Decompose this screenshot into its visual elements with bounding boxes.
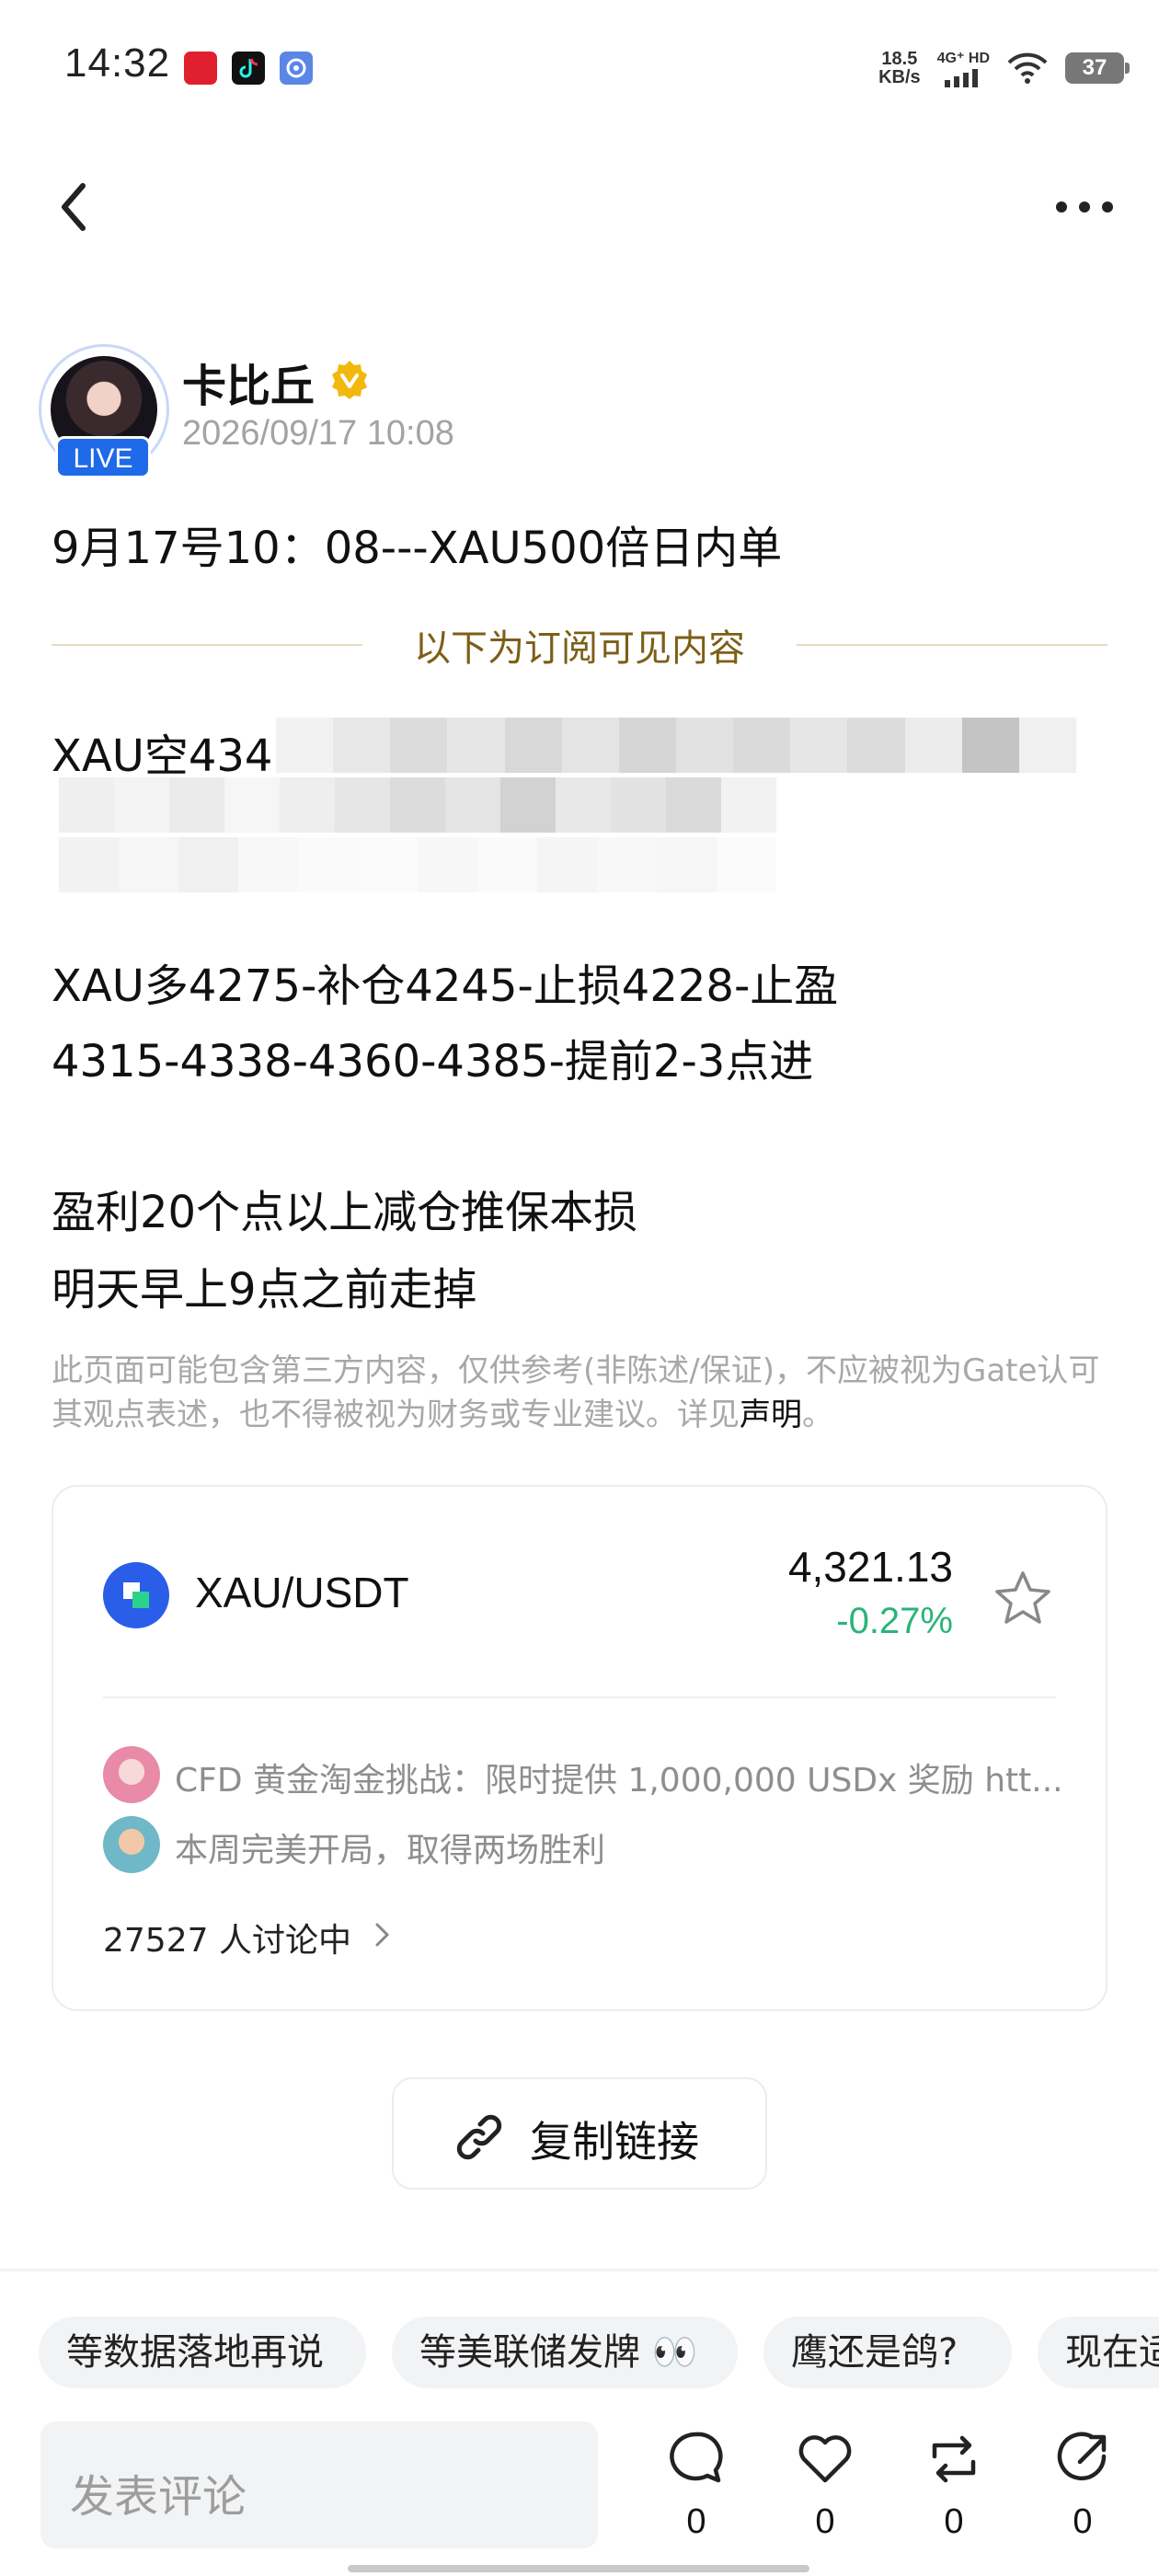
repost-icon[interactable] <box>924 2429 984 2490</box>
net-speed-value: 18.5 <box>881 49 918 69</box>
quick-reply-tag-3[interactable]: 鹰还是鸽? <box>763 2317 1012 2388</box>
disclaimer-link[interactable]: 声明 <box>740 1397 802 1433</box>
share-count: 0 <box>1073 2502 1093 2541</box>
network-label: 4G⁺ HD <box>936 51 990 66</box>
post-line-4: 明天早上9点之前走掉 <box>52 1264 477 1316</box>
home-indicator[interactable] <box>348 2565 809 2572</box>
disclaimer-text: 此页面可能包含第三方内容，仅供参考(非陈述/保证)，不应被视为Gate认可其观点… <box>52 1352 1100 1433</box>
disclaimer: 此页面可能包含第三方内容，仅供参考(非陈述/保证)，不应被视为Gate认可其观点… <box>52 1349 1109 1437</box>
chevron-right-icon[interactable] <box>373 1919 392 1950</box>
post-timestamp: 2026/09/17 10:08 <box>182 414 454 453</box>
link-icon <box>456 2114 502 2160</box>
comment-count: 0 <box>686 2502 706 2541</box>
app-notification-icon-1 <box>184 52 217 85</box>
quick-reply-tag-2[interactable]: 等美联储发牌 👀 <box>392 2317 738 2388</box>
cell-signal-icon: 4G⁺ HD <box>937 49 990 87</box>
more-options-icon[interactable] <box>1052 193 1117 221</box>
comment-icon[interactable] <box>666 2429 727 2490</box>
discussion-avatar-1 <box>103 1746 160 1803</box>
card-separator <box>103 1696 1056 1698</box>
post-line-blurred: XAU空434 <box>52 730 273 782</box>
repost-count: 0 <box>944 2502 964 2541</box>
like-heart-icon[interactable] <box>795 2429 855 2490</box>
copy-link-label[interactable]: 复制链接 <box>530 2109 699 2169</box>
market-pair[interactable]: XAU/USDT <box>195 1568 409 1617</box>
blur-mosaic-2 <box>59 777 776 833</box>
quick-reply-tag-4[interactable]: 现在适 <box>1038 2317 1159 2388</box>
subscriber-only-label: 以下为订阅可见内容 <box>414 627 745 670</box>
wifi-icon <box>1007 52 1048 84</box>
browser-app-icon <box>280 52 313 85</box>
coin-icon <box>103 1562 169 1628</box>
live-badge[interactable]: LIVE <box>55 436 151 478</box>
share-icon[interactable] <box>1052 2429 1113 2490</box>
status-time: 14:32 <box>64 40 171 86</box>
market-change: -0.27% <box>836 1601 953 1641</box>
verified-badge-icon <box>332 361 367 399</box>
disclaimer-end: 。 <box>802 1397 833 1433</box>
back-arrow-icon[interactable] <box>55 175 92 239</box>
tiktok-icon <box>232 52 265 85</box>
network-speed: 18.5 KB/s <box>878 50 921 86</box>
tag-bar-separator <box>0 2269 1159 2271</box>
post-line-1: XAU多4275-补仓4245-止损4228-止盈 <box>52 960 839 1012</box>
discussion-item-2[interactable]: 本周完美开局，取得两场胜利 <box>175 1823 605 1871</box>
comment-placeholder[interactable]: 发表评论 <box>70 2460 247 2524</box>
discussion-avatar-2 <box>103 1816 160 1873</box>
blur-mosaic-1 <box>276 718 1076 773</box>
post-line-2: 4315-4338-4360-4385-提前2-3点进 <box>52 1036 814 1087</box>
battery-icon: 37 <box>1065 52 1130 84</box>
author-name[interactable]: 卡比丘 <box>182 350 315 414</box>
status-right-group: 18.5 KB/s 4G⁺ HD 37 <box>878 40 1130 96</box>
discussing-count[interactable]: 27527 人讨论中 <box>103 1914 351 1961</box>
favorite-star-icon[interactable] <box>993 1570 1052 1625</box>
post-line-3: 盈利20个点以上减仓推保本损 <box>52 1187 638 1238</box>
market-price: 4,321.13 <box>787 1543 953 1591</box>
post-title: 9月17号10：08---XAU500倍日内单 <box>52 523 783 574</box>
net-speed-unit: KB/s <box>878 67 921 87</box>
quick-reply-tag-1[interactable]: 等数据落地再说 <box>39 2317 366 2388</box>
like-count: 0 <box>815 2502 835 2541</box>
discussion-item-1[interactable]: CFD 黄金淘金挑战：限时提供 1,000,000 USDx 奖励 htt... <box>175 1754 1063 1801</box>
blur-mosaic-3 <box>59 837 776 892</box>
